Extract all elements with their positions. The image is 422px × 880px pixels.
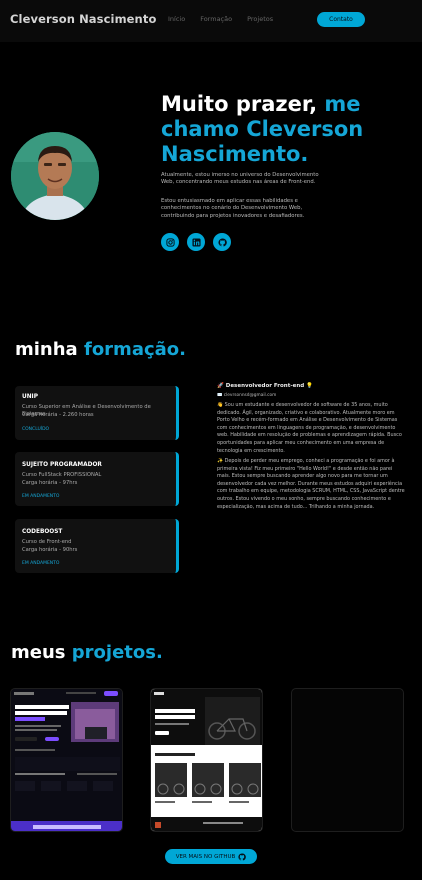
profile-photo — [11, 132, 99, 220]
hero-title-part: chamo Cleverson — [161, 117, 364, 141]
hero-title-part: Nascimento. — [161, 142, 309, 166]
linkedin-icon[interactable] — [187, 233, 205, 251]
card-desc: Curso de Front-end — [22, 539, 72, 545]
education-section-title: minha formação. — [15, 339, 186, 360]
card-hours: Carga horária - 97hrs — [22, 480, 78, 486]
brand-name[interactable]: Cleverson Nascimento — [10, 12, 156, 26]
education-card-sujeito-programador: SUJEITO PROGRAMADOR Curso FullStack PROF… — [15, 452, 179, 506]
card-status: EM ANDAMENTO — [22, 494, 60, 499]
hero-title-part: Muito prazer, — [161, 92, 318, 116]
github-more-button[interactable]: VER MAIS NO GITHUB — [165, 849, 257, 864]
nav-item-inicio[interactable]: Início — [168, 15, 185, 23]
top-navbar: Cleverson Nascimento Início Formação Pro… — [0, 0, 422, 42]
nav-menu: Início Formação Projetos — [168, 15, 273, 23]
avatar — [11, 132, 99, 220]
card-hours: Carga horária - 90hrs — [22, 547, 78, 553]
card-desc: Curso FullStack PROFISSIONAL — [22, 472, 102, 478]
project-card-coffee[interactable] — [10, 688, 123, 832]
hero-paragraph: Estou entusiasmado em aplicar essas habi… — [161, 198, 305, 219]
hero-title-part: me — [324, 92, 361, 116]
hero-paragraph: Atualmente, estou imerso no universo do … — [161, 172, 319, 186]
github-icon — [238, 852, 247, 860]
about-paragraph: 👋 Sou um estudante e desenvolvedor de so… — [217, 402, 402, 454]
nav-item-formacao[interactable]: Formação — [200, 15, 232, 23]
card-status: EM ANDAMENTO — [22, 561, 60, 566]
card-title: CODEBOOST — [22, 529, 63, 535]
section-title-part: meus — [11, 642, 66, 663]
social-links — [161, 233, 231, 251]
section-title-part: minha — [15, 339, 78, 360]
contact-button[interactable]: Contato — [317, 12, 365, 27]
education-card-codeboost: CODEBOOST Curso de Front-end Carga horár… — [15, 519, 179, 573]
about-role: 🚀 Desenvolvedor Front-end 💡 — [217, 383, 313, 389]
section-title-part: formação. — [83, 339, 186, 360]
github-icon[interactable] — [213, 233, 231, 251]
about-paragraph: ✨ Depois de perder meu emprego, conheci … — [217, 458, 405, 510]
project-card-empty[interactable] — [291, 688, 404, 832]
github-button-label: VER MAIS NO GITHUB — [175, 853, 236, 860]
project-preview — [11, 689, 122, 831]
projects-section-title: meus projetos. — [11, 642, 163, 663]
section-title-part: projetos. — [71, 642, 163, 663]
hero-title: Muito prazer, me chamo Cleverson Nascime… — [161, 92, 416, 167]
project-card-bicycles[interactable] — [150, 688, 263, 832]
about-email[interactable]: ✉️ clevrsonnsd@gmail.com — [217, 393, 276, 398]
nav-item-projetos[interactable]: Projetos — [247, 15, 273, 23]
card-status: CONCLUÍDO — [22, 427, 50, 432]
card-title: SUJEITO PROGRAMADOR — [22, 462, 102, 468]
project-preview — [151, 689, 262, 831]
card-title: UNIP — [22, 394, 38, 400]
instagram-icon[interactable] — [161, 233, 179, 251]
education-card-unip: UNIP Curso Superior em Análise e Desenvo… — [15, 386, 179, 440]
card-hours: Carga horária - 2.260 horas — [22, 412, 94, 418]
